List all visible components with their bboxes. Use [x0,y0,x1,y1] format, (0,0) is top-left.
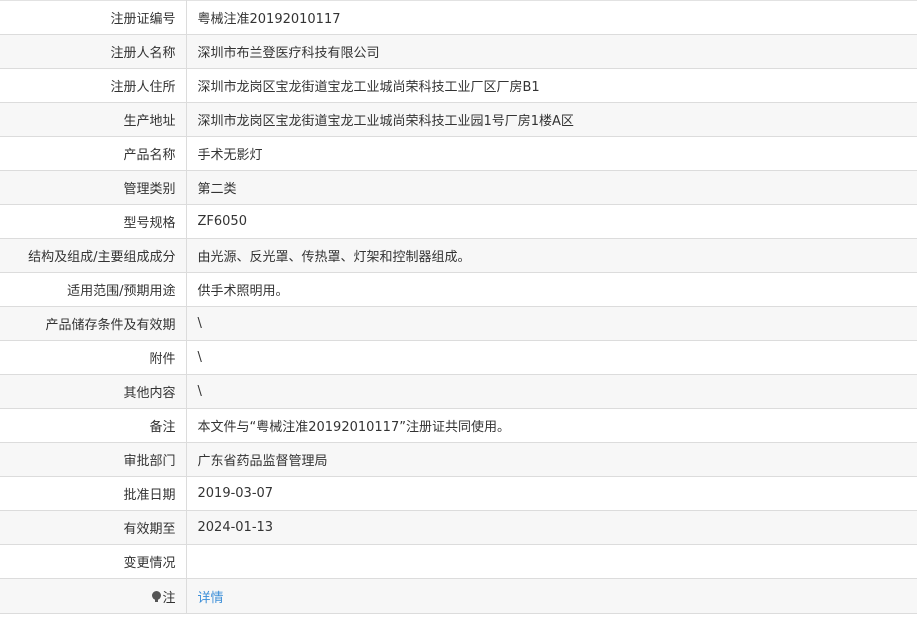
row-value: 2024-01-13 [186,510,917,545]
table-row: 变更情况 [0,544,917,579]
table-row: 结构及组成/主要组成成分 由光源、反光罩、传热罩、灯架和控制器组成。 [0,238,917,273]
table-row: 产品名称 手术无影灯 [0,136,917,171]
bulb-icon [152,590,162,603]
row-value: 第二类 [186,170,917,205]
row-value: 深圳市龙岗区宝龙街道宝龙工业城尚荣科技工业园1号厂房1楼A区 [186,102,917,137]
row-value: 本文件与“粤械注准20192010117”注册证共同使用。 [186,408,917,443]
table-row: 产品储存条件及有效期 \ [0,306,917,341]
note-label: 注 [162,590,176,606]
table-row: 管理类别 第二类 [0,170,917,205]
row-label: 注册人住所 [0,68,187,103]
row-label: 审批部门 [0,442,187,477]
row-value: 深圳市龙岗区宝龙街道宝龙工业城尚荣科技工业厂区厂房B1 [186,68,917,103]
table-row: 有效期至 2024-01-13 [0,510,917,545]
row-label: 管理类别 [0,170,187,205]
row-label: 生产地址 [0,102,187,137]
table-row: 其他内容 \ [0,374,917,409]
row-value: 由光源、反光罩、传热罩、灯架和控制器组成。 [186,238,917,273]
row-value: \ [186,374,917,409]
table-row: 审批部门 广东省药品监督管理局 [0,442,917,477]
table-row: 注册证编号 粤械注准20192010117 [0,0,917,35]
row-value: \ [186,340,917,375]
row-value: 粤械注准20192010117 [186,0,917,35]
row-label: 产品名称 [0,136,187,171]
row-value: 供手术照明用。 [186,272,917,307]
row-label: 变更情况 [0,544,187,579]
note-value-cell: 详情 [186,578,917,614]
row-label: 备注 [0,408,187,443]
row-label: 型号规格 [0,204,187,239]
table-row: 注册人住所 深圳市龙岗区宝龙街道宝龙工业城尚荣科技工业厂区厂房B1 [0,68,917,103]
row-value: 2019-03-07 [186,476,917,511]
row-value: 手术无影灯 [186,136,917,171]
row-label: 结构及组成/主要组成成分 [0,238,187,273]
note-row: 注 详情 [0,578,917,614]
row-label: 其他内容 [0,374,187,409]
row-value: ZF6050 [186,204,917,239]
row-label: 附件 [0,340,187,375]
row-value: 广东省药品监督管理局 [186,442,917,477]
table-row: 生产地址 深圳市龙岗区宝龙街道宝龙工业城尚荣科技工业园1号厂房1楼A区 [0,102,917,137]
row-label: 注册证编号 [0,0,187,35]
table-row: 批准日期 2019-03-07 [0,476,917,511]
table-row: 注册人名称 深圳市布兰登医疗科技有限公司 [0,34,917,69]
table-row: 适用范围/预期用途 供手术照明用。 [0,272,917,307]
row-label: 注册人名称 [0,34,187,69]
row-value [186,544,917,579]
row-label: 批准日期 [0,476,187,511]
table-row: 型号规格 ZF6050 [0,204,917,239]
note-label-cell: 注 [0,578,187,614]
table-row: 备注 本文件与“粤械注准20192010117”注册证共同使用。 [0,408,917,443]
row-value: 深圳市布兰登医疗科技有限公司 [186,34,917,69]
details-link[interactable]: 详情 [198,591,224,606]
row-label: 产品储存条件及有效期 [0,306,187,341]
row-label: 适用范围/预期用途 [0,272,187,307]
row-label: 有效期至 [0,510,187,545]
registration-info-table: 注册证编号 粤械注准20192010117 注册人名称 深圳市布兰登医疗科技有限… [0,0,917,614]
row-value: \ [186,306,917,341]
table-row: 附件 \ [0,340,917,375]
